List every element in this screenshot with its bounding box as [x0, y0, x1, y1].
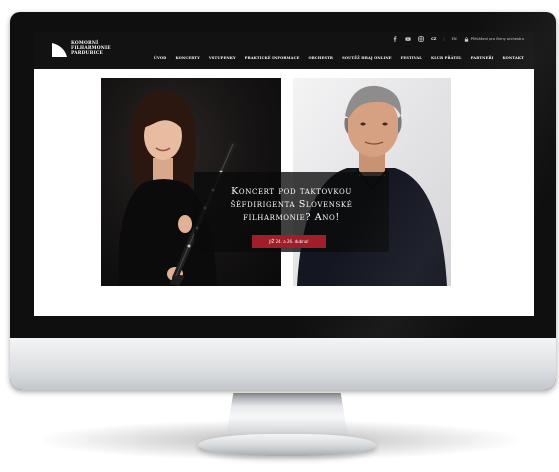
- nav-item-orchestr[interactable]: ORCHESTR: [309, 56, 334, 60]
- logo-icon[interactable]: [52, 43, 67, 57]
- logo-text[interactable]: KOMORNÍ FILHARMONIE PARDUBICE: [71, 41, 111, 56]
- main-navigation: ÚVOD KONCERTY VSTUPENKY PRAKTICKÉ INFORM…: [154, 56, 524, 60]
- monitor-stand-neck: [226, 393, 348, 437]
- monitor-stand-base: [198, 434, 376, 456]
- facebook-icon[interactable]: [392, 36, 398, 42]
- nav-item-festival[interactable]: FESTIVAL: [401, 56, 422, 60]
- monitor-frame: KOMORNÍ FILHARMONIE PARDUBICE CZ | EN Př…: [10, 12, 556, 390]
- lang-en[interactable]: EN: [452, 37, 457, 41]
- hero-title: Koncert pod taktovkou šéfdirigenta Slove…: [194, 185, 389, 224]
- topbar: CZ | EN Přihlášení pro členy orchestru: [392, 35, 524, 43]
- lang-separator: |: [443, 37, 445, 41]
- nav-item-vstupenky[interactable]: VSTUPENKY: [209, 56, 236, 60]
- hero-title-line: šéfdirigenta Slovenské: [230, 199, 353, 210]
- nav-item-koncerty[interactable]: KONCERTY: [175, 56, 199, 60]
- nav-item-prakticke-informace[interactable]: PRAKTICKÉ INFORMACE: [245, 56, 300, 60]
- hero-overlay: Koncert pod taktovkou šéfdirigenta Slove…: [194, 172, 389, 252]
- monitor-chin: [10, 338, 556, 390]
- member-login-link[interactable]: Přihlášení pro členy orchestru: [464, 36, 524, 42]
- website-screen: KOMORNÍ FILHARMONIE PARDUBICE CZ | EN Př…: [34, 32, 534, 316]
- logo-line: PARDUBICE: [71, 51, 104, 56]
- hero-title-line: filharmonie? Ano!: [243, 212, 340, 223]
- nav-item-kontakt[interactable]: KONTAKT: [502, 56, 524, 60]
- instagram-icon[interactable]: [418, 36, 424, 42]
- hero-cta-button[interactable]: JIŽ 24. a 26. dubna!: [252, 235, 326, 248]
- nav-item-partneri[interactable]: PARTNEŘI: [471, 56, 494, 60]
- lock-icon: [464, 36, 468, 42]
- nav-item-soutez[interactable]: SOUTĚŽ HRAJ ONLINE: [342, 56, 392, 60]
- lang-cz[interactable]: CZ: [431, 37, 436, 41]
- hero-title-line: Koncert pod taktovkou: [231, 186, 352, 197]
- nav-item-klub-pratel[interactable]: KLUB PŘÁTEL: [431, 56, 462, 60]
- member-login-label: Přihlášení pro členy orchestru: [470, 37, 524, 41]
- youtube-icon[interactable]: [405, 36, 411, 42]
- nav-item-uvod[interactable]: ÚVOD: [154, 56, 167, 60]
- site-header: KOMORNÍ FILHARMONIE PARDUBICE CZ | EN Př…: [34, 32, 534, 69]
